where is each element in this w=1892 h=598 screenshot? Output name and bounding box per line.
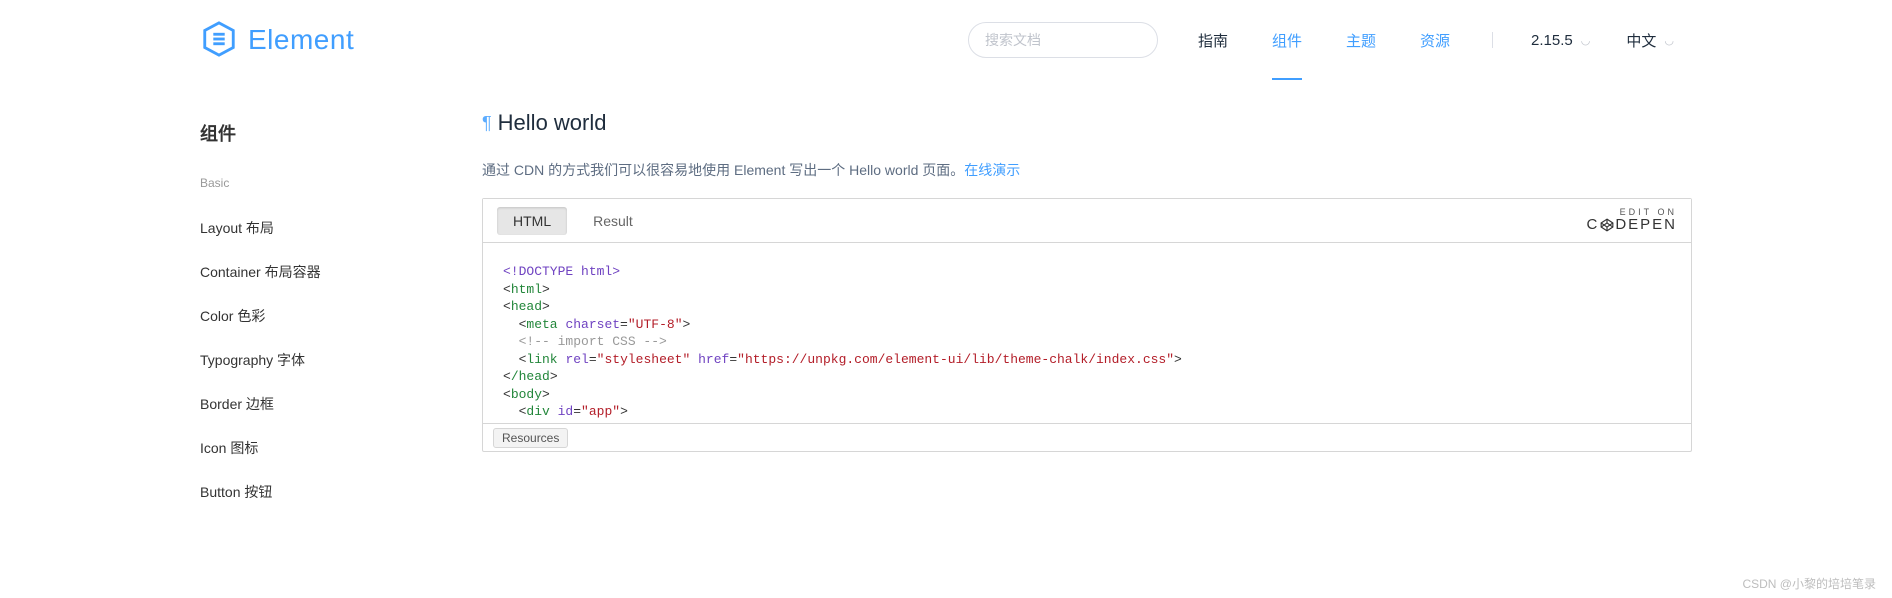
sidebar-item-layout[interactable]: Layout 布局 (200, 206, 462, 250)
code-tag: html (511, 282, 542, 297)
code-str: stylesheet (604, 352, 682, 367)
demo-link[interactable]: 在线演示 (964, 162, 1020, 178)
code-str: https://unpkg.com/element-ui/lib/theme-c… (745, 352, 1166, 367)
code-doctype: <!DOCTYPE html> (503, 264, 620, 279)
code-tag: /head (511, 369, 550, 384)
codepen-footer: Resources (483, 423, 1691, 451)
codepen-brand: C DEPEN (1586, 217, 1677, 233)
codepen-embed: HTML Result EDIT ON C DEPEN <!DOCTYPE ht… (482, 198, 1692, 452)
intro-paragraph: 通过 CDN 的方式我们可以很容易地使用 Element 写出一个 Hello … (482, 160, 1692, 180)
language-label: 中文 (1626, 30, 1656, 51)
logo-text: Element (248, 24, 354, 56)
logo-icon (200, 20, 238, 61)
version-label: 2.15.5 (1531, 32, 1573, 49)
code-attr: href (698, 352, 729, 367)
chevron-down-icon: ◡ (1664, 34, 1674, 47)
section-heading: ¶ Hello world (482, 110, 1692, 136)
code-tag: div (526, 404, 549, 419)
code-tag: body (511, 387, 542, 402)
nav-separator (1492, 32, 1493, 48)
sidebar-title: 组件 (200, 120, 462, 146)
logo[interactable]: Element (200, 20, 354, 61)
code-comment: <!-- import CSS --> (519, 334, 667, 349)
code-text: Button (807, 422, 854, 423)
watermark: CSDN @小黎的培培笔录 (1742, 575, 1876, 592)
nav-resource[interactable]: 资源 (1398, 0, 1472, 80)
code-attr: id (558, 404, 574, 419)
language-dropdown[interactable]: 中文 ◡ (1608, 30, 1692, 51)
code-str: app (589, 404, 612, 419)
code-str: UTF-8 (636, 317, 675, 332)
page-title: Hello world (498, 110, 607, 136)
code-tag: meta (526, 317, 557, 332)
chevron-down-icon: ◡ (1581, 34, 1591, 47)
header: Element 搜索文档 指南 组件 主题 资源 2.15.5 ◡ 中文 ◡ (0, 0, 1892, 80)
intro-text: 通过 CDN 的方式我们可以很容易地使用 Element 写出一个 Hello … (482, 162, 964, 178)
sidebar-item-color[interactable]: Color 色彩 (200, 294, 462, 338)
codepen-icon (1600, 218, 1614, 232)
nav-theme[interactable]: 主题 (1324, 0, 1398, 80)
sidebar-item-border[interactable]: Border 边框 (200, 382, 462, 426)
nav-component[interactable]: 组件 (1250, 0, 1324, 80)
codepen-tabs: HTML Result EDIT ON C DEPEN (483, 199, 1691, 243)
sidebar-item-container[interactable]: Container 布局容器 (200, 250, 462, 294)
header-right: 搜索文档 指南 组件 主题 资源 2.15.5 ◡ 中文 ◡ (968, 0, 1892, 80)
resources-button[interactable]: Resources (493, 428, 568, 448)
code-str: visible = true (682, 422, 791, 423)
code-tag: link (526, 352, 557, 367)
code-block[interactable]: <!DOCTYPE html> <html> <head> <meta char… (483, 243, 1691, 423)
top-nav: 指南 组件 主题 资源 (1176, 0, 1472, 80)
sidebar-group-basic: Basic (200, 176, 462, 190)
code-attr: @click (620, 422, 667, 423)
code-tag: head (511, 299, 542, 314)
code-tag: el-button (542, 422, 612, 423)
edit-on-codepen[interactable]: EDIT ON C DEPEN (1586, 208, 1677, 233)
pilcrow-icon: ¶ (482, 113, 492, 134)
sidebar-item-icon[interactable]: Icon 图标 (200, 426, 462, 470)
tab-result[interactable]: Result (577, 207, 649, 235)
code-tag: /el-button (862, 422, 940, 423)
nav-guide[interactable]: 指南 (1176, 0, 1250, 80)
main: ¶ Hello world 通过 CDN 的方式我们可以很容易地使用 Eleme… (462, 80, 1892, 514)
code-attr: rel (565, 352, 588, 367)
search-placeholder: 搜索文档 (985, 30, 1041, 50)
search-input[interactable]: 搜索文档 (968, 22, 1158, 58)
sidebar-item-typography[interactable]: Typography 字体 (200, 338, 462, 382)
version-dropdown[interactable]: 2.15.5 ◡ (1513, 32, 1608, 49)
sidebar: 组件 Basic Layout 布局 Container 布局容器 Color … (200, 80, 462, 514)
tab-html[interactable]: HTML (497, 207, 567, 235)
sidebar-item-button[interactable]: Button 按钮 (200, 470, 462, 514)
code-attr: charset (565, 317, 620, 332)
